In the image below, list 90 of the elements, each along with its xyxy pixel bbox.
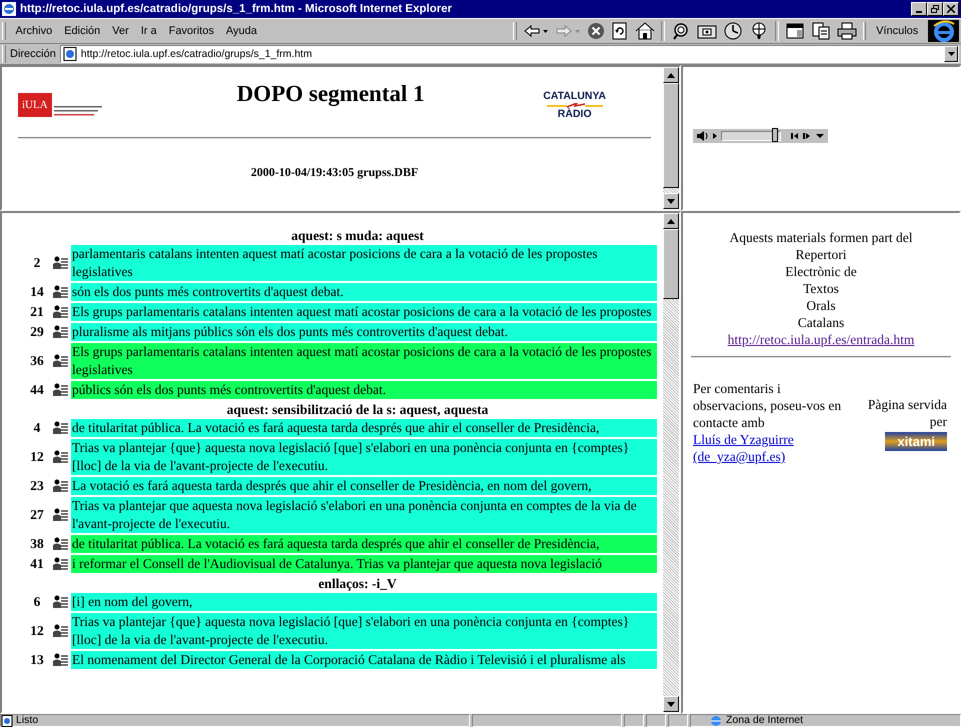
site-link[interactable]: http://retoc.iula.upf.es/entrada.htm	[728, 331, 914, 348]
window-icon[interactable]	[784, 22, 805, 40]
clock-icon[interactable]	[722, 22, 743, 40]
line-number: 23	[29, 478, 45, 494]
line-number: 4	[32, 420, 42, 436]
served-by-text: Pàgina servida per	[866, 396, 947, 430]
status-text: Listo	[0, 714, 470, 727]
line-number: 44	[29, 382, 45, 398]
rewind-icon[interactable]	[788, 130, 800, 142]
scroll-thumb[interactable]	[663, 83, 679, 188]
line-number: 21	[29, 304, 45, 320]
person-speaking-icon[interactable]	[52, 305, 69, 319]
scrollbar[interactable]	[663, 213, 679, 712]
browser-icon	[2, 2, 16, 16]
person-speaking-icon[interactable]	[52, 256, 69, 270]
contact-text: Per comentaris i observacions, poseu-vos en contacte amb Lluís de Yzaguirre (de_yza@upf.es)	[692, 380, 842, 465]
line-number: 14	[29, 284, 45, 300]
scrollbar[interactable]	[663, 67, 679, 209]
person-speaking-icon[interactable]	[52, 421, 69, 435]
line-number: 6	[32, 594, 42, 610]
email-link[interactable]: (de_yza@upf.es)	[693, 449, 786, 464]
back-arrow-icon[interactable]	[522, 23, 549, 39]
scroll-thumb[interactable]	[663, 229, 679, 299]
menu-item[interactable]: Ayuda	[226, 25, 257, 37]
person-speaking-icon[interactable]	[52, 479, 69, 493]
info-text: Aquests materials formen part del	[730, 229, 912, 246]
section-heading: aquest: s muda: aquest	[290, 227, 425, 245]
menu-item[interactable]: Ver	[112, 25, 129, 37]
menu-item[interactable]: Archivo	[16, 25, 52, 37]
seek-thumb[interactable]	[772, 128, 778, 142]
printer-icon[interactable]	[836, 22, 857, 40]
person-speaking-icon[interactable]	[52, 354, 69, 368]
links-label[interactable]: Vínculos	[872, 25, 922, 37]
line-number: 12	[29, 449, 45, 465]
contact-name-link[interactable]: Lluís de Yzaguirre	[693, 432, 794, 447]
address-field[interactable]: http://retoc.iula.upf.es/catradio/grups/s_1_frm.htm	[60, 45, 959, 63]
info-text: Catalans	[798, 314, 844, 331]
line-number: 36	[29, 353, 45, 369]
person-speaking-icon[interactable]	[52, 595, 69, 609]
page-title: DOPO segmental 1	[236, 81, 426, 107]
address-label: Dirección	[10, 48, 56, 60]
section-heading: enllaços: -i_V	[317, 575, 398, 593]
restore-icon	[931, 5, 939, 13]
info-text: Electrònic de	[785, 263, 857, 280]
info-text: Orals	[806, 297, 836, 314]
section-heading: aquest: sensibilització de la s: aquest, aquesta	[226, 401, 490, 419]
page-icon	[62, 47, 77, 61]
up-arrow-icon[interactable]	[667, 72, 675, 78]
person-speaking-icon[interactable]	[52, 325, 69, 339]
browser-logo-icon	[932, 20, 956, 42]
window-title: http://retoc.iula.upf.es/catradio/grups/s_1_frm.htm - Microsoft Internet Explorer	[20, 3, 453, 15]
stop-icon[interactable]	[586, 22, 605, 40]
line-number: 27	[29, 507, 45, 523]
home-icon[interactable]	[634, 22, 655, 40]
timestamp: 2000-10-04/19:43:05 grupss.DBF	[250, 165, 420, 180]
person-speaking-icon[interactable]	[52, 624, 69, 638]
minimize-button[interactable]	[911, 2, 927, 16]
info-text: Textos	[803, 280, 839, 297]
line-number: 12	[29, 623, 45, 639]
globe-icon	[709, 714, 723, 726]
menu-item[interactable]: Ir a	[140, 25, 157, 37]
restore-button[interactable]	[927, 2, 943, 16]
close-button[interactable]	[943, 2, 959, 16]
person-speaking-icon[interactable]	[52, 557, 69, 571]
up-arrow-icon[interactable]	[667, 218, 675, 224]
person-speaking-icon[interactable]	[52, 508, 69, 522]
person-speaking-icon[interactable]	[52, 383, 69, 397]
line-number: 29	[29, 324, 45, 340]
media-player[interactable]	[693, 129, 828, 143]
menu-item[interactable]: Favoritos	[168, 25, 214, 37]
institute-logo: iULA	[18, 93, 128, 117]
person-speaking-icon[interactable]	[52, 653, 69, 667]
person-speaking-icon[interactable]	[52, 285, 69, 299]
refresh-icon[interactable]	[610, 22, 629, 40]
info-text: Repertori	[796, 246, 846, 263]
close-icon	[947, 5, 955, 13]
person-speaking-icon[interactable]	[52, 537, 69, 551]
down-arrow-icon[interactable]	[667, 702, 675, 706]
zone-indicator: Zona de Internet	[690, 714, 961, 727]
down-arrow-icon[interactable]	[667, 198, 675, 204]
menu-item[interactable]: Edición	[64, 25, 100, 37]
line-number: 2	[32, 255, 42, 271]
document-icon[interactable]	[810, 22, 831, 40]
line-number: 38	[29, 536, 45, 552]
line-number: 13	[29, 652, 45, 668]
forward-arrow-icon[interactable]	[554, 23, 581, 39]
person-speaking-icon[interactable]	[52, 450, 69, 464]
radio-logo: CATALUNYA RÀDIO	[543, 91, 606, 120]
line-number: 41	[29, 556, 45, 572]
speaker-icon[interactable]	[695, 130, 709, 142]
